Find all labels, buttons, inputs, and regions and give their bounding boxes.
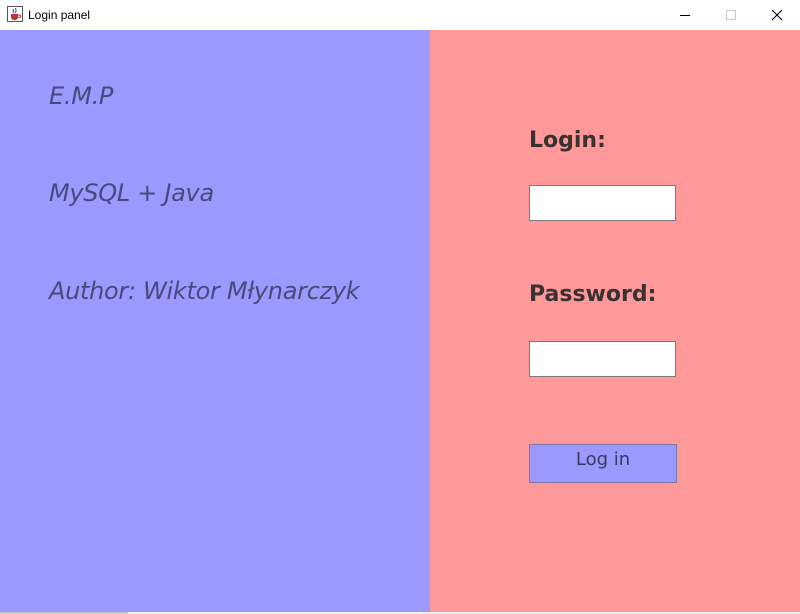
maximize-icon [726, 10, 736, 20]
window-title: Login panel [28, 8, 91, 22]
maximize-button[interactable] [708, 0, 754, 30]
password-label: Password: [529, 282, 657, 307]
title-bar[interactable]: Login panel [0, 0, 800, 30]
login-label: Login: [529, 128, 606, 153]
login-window: Login panel E.M.P MySQL + Java Author: W… [0, 0, 800, 614]
log-in-button[interactable]: Log in [529, 444, 677, 483]
login-field[interactable] [529, 185, 676, 221]
close-icon [771, 9, 783, 21]
close-button[interactable] [754, 0, 800, 30]
author-text: Author: Wiktor Młynarczyk [49, 277, 360, 305]
java-cup-icon [7, 6, 23, 22]
info-panel: E.M.P MySQL + Java Author: Wiktor Młynar… [0, 30, 430, 612]
login-form-panel: Login: Password: Log in [430, 30, 800, 612]
tech-stack-text: MySQL + Java [49, 179, 214, 207]
minimize-button[interactable] [662, 0, 708, 30]
minimize-icon [680, 15, 690, 16]
password-field[interactable] [529, 341, 676, 377]
app-name-text: E.M.P [49, 82, 114, 110]
